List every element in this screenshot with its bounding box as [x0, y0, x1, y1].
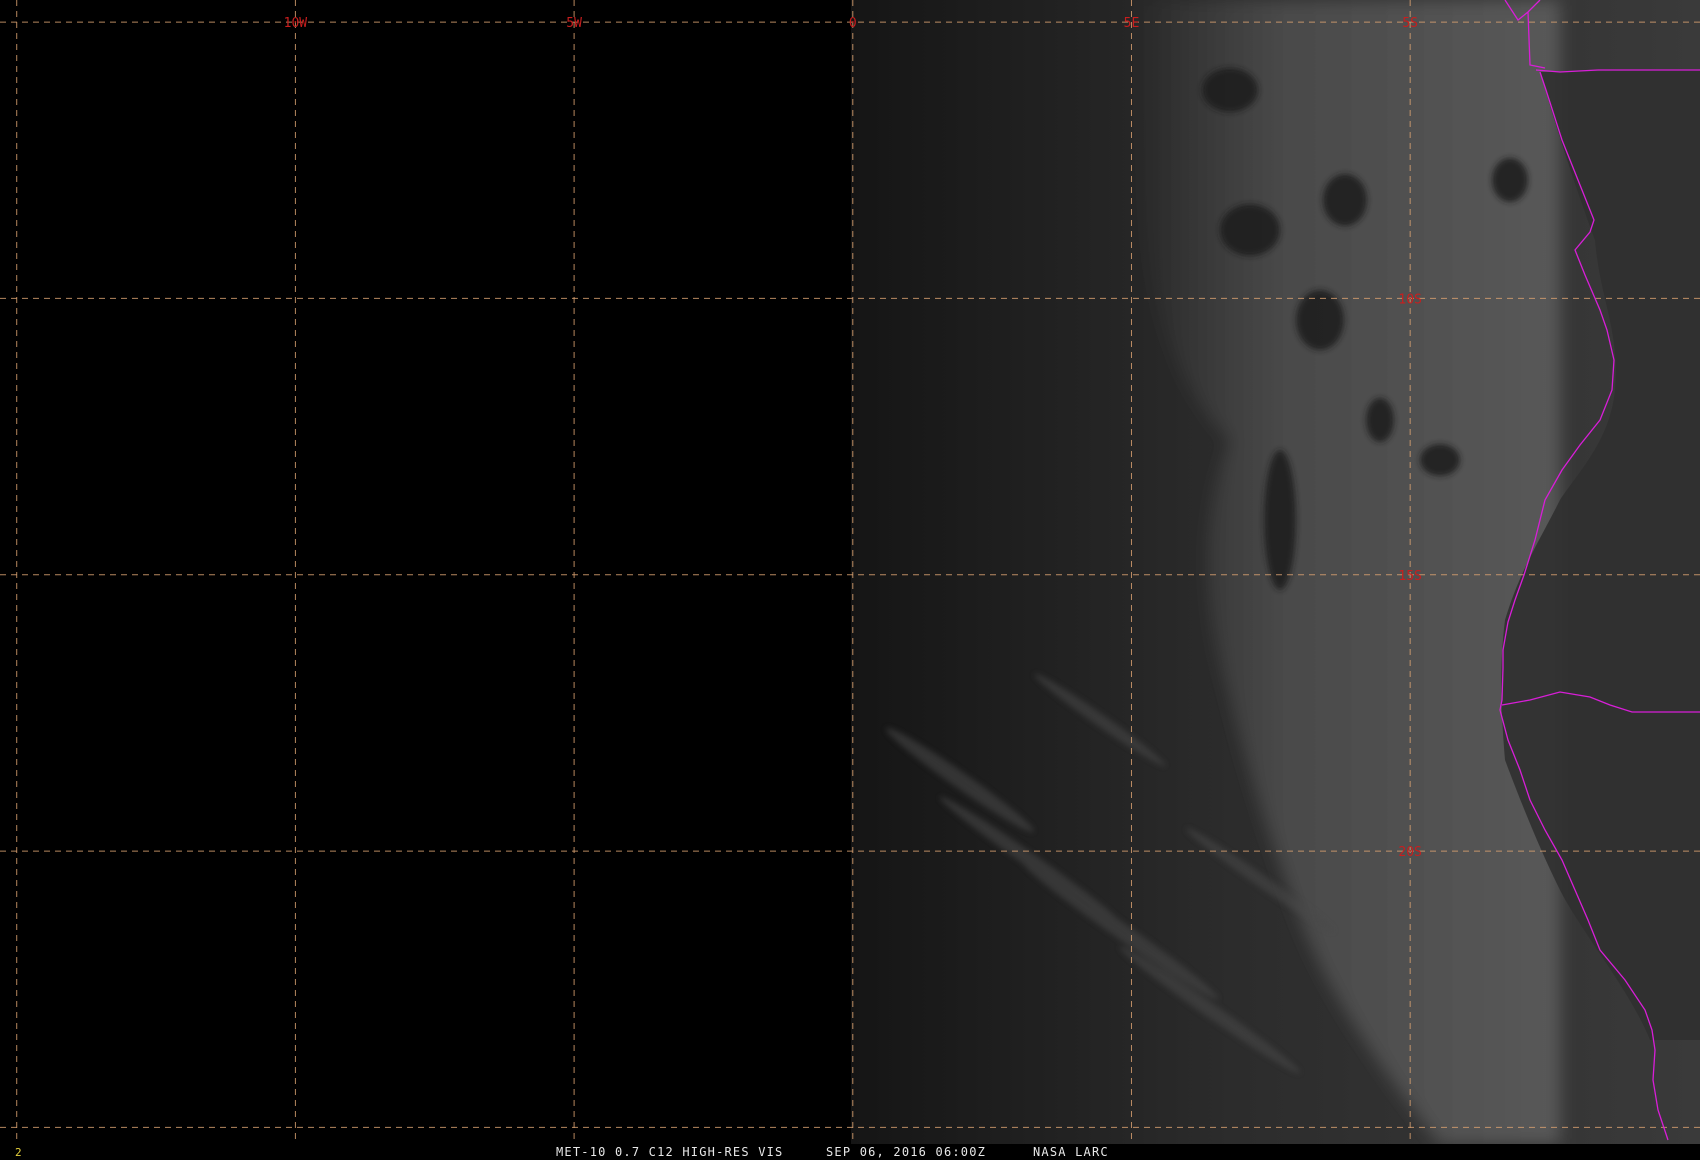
longitude-label: 0	[849, 16, 857, 31]
satellite-image-viewer: 10W 5W 0 5E 5S 10S 15S 20S 2 MET-10 0.7 C12 HIG…	[0, 0, 1700, 1160]
image-source-label: NASA LARC	[1033, 1145, 1109, 1159]
longitude-label: 5W	[566, 16, 582, 31]
longitude-label: 10W	[284, 16, 308, 31]
status-bar: 2 MET-10 0.7 C12 HIGH-RES VIS SEP 06, 20…	[0, 1144, 1700, 1160]
latitude-label: 5S	[1402, 16, 1418, 31]
longitude-label: 5E	[1124, 16, 1140, 31]
latitude-label: 20S	[1398, 845, 1421, 860]
latitude-label: 15S	[1398, 569, 1421, 584]
frame-number: 2	[15, 1146, 22, 1159]
latitude-label: 10S	[1398, 292, 1421, 307]
satellite-channel-label: MET-10 0.7 C12 HIGH-RES VIS	[556, 1145, 784, 1159]
satellite-map: 10W 5W 0 5E 5S 10S 15S 20S	[0, 0, 1700, 1144]
cloud-imagery	[851, 0, 1700, 1144]
image-datetime-label: SEP 06, 2016 06:00Z	[826, 1145, 987, 1159]
